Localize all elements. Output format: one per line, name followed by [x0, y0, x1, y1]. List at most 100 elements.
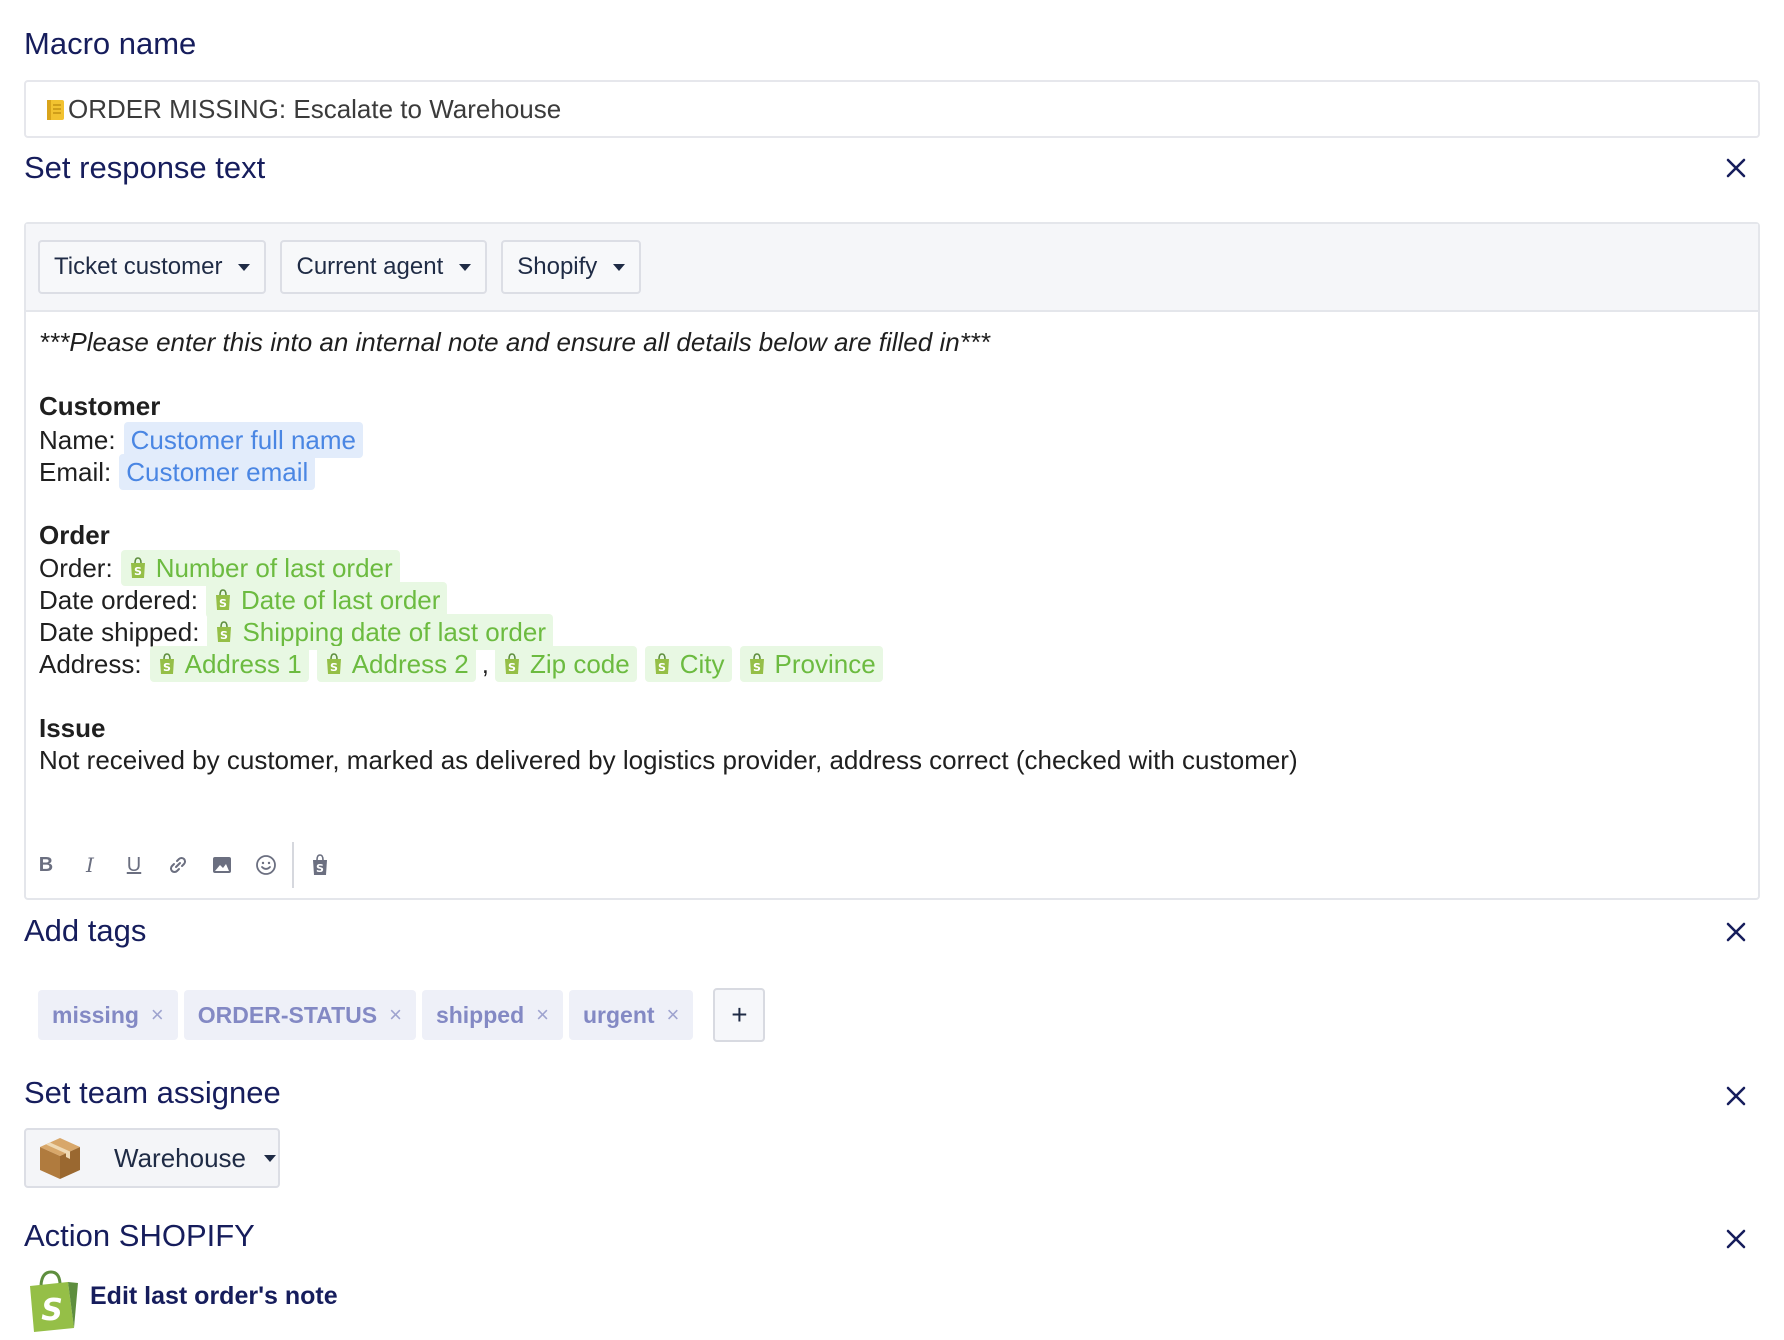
address-label: Address:: [39, 648, 142, 679]
remove-response-text-button[interactable]: [1722, 154, 1750, 182]
tag-missing: missing ×: [38, 990, 178, 1040]
address-line: Address: S Address 1 S Address 2 , S Zip…: [39, 646, 883, 682]
svg-text:S: S: [658, 661, 666, 674]
remove-shopify-action-button[interactable]: [1722, 1225, 1750, 1253]
shopify-insert-button[interactable]: S: [298, 845, 342, 885]
add-tags-title: Add tags: [24, 913, 147, 948]
date-ordered-line: Date ordered: S Date of last order: [39, 582, 448, 618]
notebook-icon: [47, 100, 64, 120]
issue-heading: Issue: [39, 712, 106, 743]
svg-text:S: S: [330, 661, 338, 674]
underline-button[interactable]: U: [112, 845, 156, 885]
chip-label: Province: [774, 648, 876, 679]
response-text-editor[interactable]: Ticket customer Current agent Shopify **…: [24, 222, 1760, 900]
variable-chip-order-number[interactable]: S Number of last order: [120, 550, 400, 586]
tag-shipped: shipped ×: [421, 990, 563, 1040]
variable-chip-customer-email[interactable]: Customer email: [119, 454, 316, 490]
shopify-bag-icon: S: [505, 653, 519, 674]
chip-label: Address 2: [351, 648, 469, 679]
link-icon: [169, 856, 187, 874]
toolbar-divider: [292, 842, 294, 888]
name-line: Name: Customer full name: [39, 422, 363, 458]
tag-remove-icon[interactable]: ×: [389, 1002, 402, 1028]
image-icon: [213, 857, 231, 873]
svg-text:S: S: [508, 661, 516, 674]
tag-label: missing: [52, 1001, 139, 1028]
variable-chip-zip-code[interactable]: S Zip code: [495, 646, 637, 682]
image-button[interactable]: [200, 845, 244, 885]
remove-tags-button[interactable]: [1722, 918, 1750, 946]
variable-chip-city[interactable]: S City: [644, 646, 732, 682]
italic-button[interactable]: I: [68, 845, 112, 885]
caret-down-icon: [238, 263, 251, 271]
svg-text:S: S: [163, 661, 171, 674]
team-assignee-label: Warehouse: [114, 1142, 246, 1173]
caret-down-icon: [459, 263, 472, 271]
address-separator: ,: [481, 648, 489, 679]
tag-remove-icon[interactable]: ×: [151, 1002, 164, 1028]
tag-label: ORDER-STATUS: [197, 1001, 378, 1028]
shopify-bag-icon: S: [159, 653, 174, 674]
variable-chip-address-1[interactable]: S Address 1: [149, 646, 309, 682]
caret-down-icon: [613, 263, 626, 271]
remove-team-assignee-button[interactable]: [1722, 1082, 1750, 1110]
shopify-dropdown[interactable]: Shopify: [501, 240, 642, 294]
email-line: Email: Customer email: [39, 454, 316, 490]
variable-chip-date-shipped[interactable]: S Shipping date of last order: [207, 614, 553, 650]
shopify-logo-icon: S: [30, 1270, 78, 1332]
svg-text:S: S: [753, 661, 761, 674]
tag-label: urgent: [582, 1001, 655, 1028]
dropdown-label: Current agent: [296, 253, 444, 280]
close-icon: [1726, 922, 1746, 942]
chip-label: Zip code: [530, 648, 630, 679]
svg-text:S: S: [41, 1293, 63, 1328]
link-button[interactable]: [156, 845, 200, 885]
caret-down-icon: [264, 1154, 276, 1162]
team-assignee-title: Set team assignee: [24, 1075, 281, 1110]
shopify-bag-icon: S: [313, 854, 327, 875]
tag-remove-icon[interactable]: ×: [667, 1002, 680, 1028]
response-text-title: Set response text: [24, 150, 266, 185]
variable-chip-customer-full-name[interactable]: Customer full name: [123, 422, 363, 458]
shopify-action-label[interactable]: Edit last order's note: [90, 1282, 338, 1311]
tag-label: shipped: [435, 1001, 525, 1028]
bold-button[interactable]: B: [24, 845, 68, 885]
order-heading: Order: [39, 519, 110, 550]
variable-chip-address-2[interactable]: S Address 2: [316, 646, 476, 682]
svg-text:S: S: [134, 565, 142, 578]
svg-text:S: S: [220, 629, 228, 642]
issue-text: Not received by customer, marked as deli…: [39, 744, 1298, 775]
macro-name-input[interactable]: [24, 80, 1760, 138]
close-icon: [1726, 1229, 1746, 1249]
email-label: Email:: [39, 456, 112, 487]
emoji-icon: [256, 855, 276, 875]
svg-text:S: S: [219, 597, 227, 610]
action-shopify-title: Action SHOPIFY: [24, 1218, 255, 1253]
chip-label: City: [679, 648, 725, 679]
shopify-bag-icon: S: [215, 589, 230, 610]
customer-heading: Customer: [39, 390, 161, 421]
macro-name-title: Macro name: [24, 26, 197, 61]
team-assignee-dropdown[interactable]: Warehouse: [24, 1128, 280, 1188]
variable-chip-date-ordered[interactable]: S Date of last order: [205, 582, 448, 618]
shopify-bag-icon: S: [654, 653, 669, 674]
variables-toolbar: Ticket customer Current agent Shopify: [26, 224, 1758, 312]
date-shipped-line: Date shipped: S Shipping date of last or…: [39, 614, 553, 650]
package-icon: [40, 1138, 80, 1179]
shopify-bag-icon: S: [130, 557, 145, 578]
emoji-button[interactable]: [244, 845, 288, 885]
tag-urgent: urgent ×: [568, 990, 694, 1040]
tag-remove-icon[interactable]: ×: [536, 1002, 549, 1028]
ticket-customer-dropdown[interactable]: Ticket customer: [38, 240, 267, 294]
shopify-bag-icon: S: [326, 653, 341, 674]
order-line: Order: S Number of last order: [39, 550, 400, 586]
chip-label: Address 1: [184, 648, 302, 679]
intro-text: ***Please enter this into an internal no…: [39, 326, 991, 357]
add-tag-button[interactable]: +: [713, 988, 766, 1042]
svg-text:S: S: [316, 862, 324, 875]
close-icon: [1726, 158, 1746, 178]
variable-chip-province[interactable]: S Province: [739, 646, 883, 682]
current-agent-dropdown[interactable]: Current agent: [280, 240, 488, 294]
dropdown-label: Ticket customer: [54, 253, 223, 280]
shopify-bag-icon: S: [749, 653, 764, 674]
